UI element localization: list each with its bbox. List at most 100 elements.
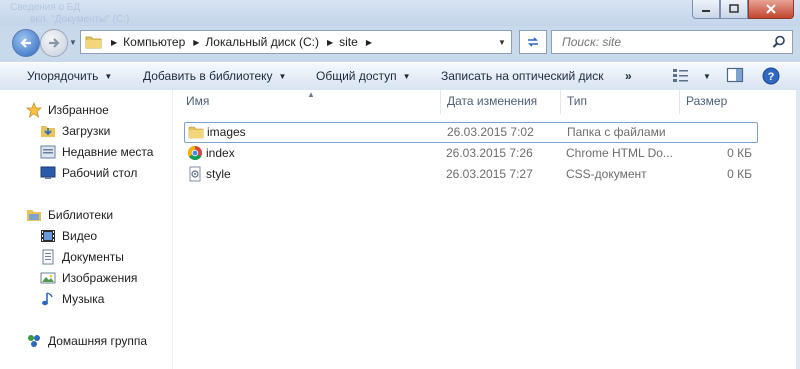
file-name: images	[207, 125, 246, 139]
search-icon[interactable]	[772, 35, 786, 49]
forward-button[interactable]	[40, 29, 68, 57]
column-divider[interactable]	[440, 90, 441, 114]
sidebar-item-pictures[interactable]: Изображения	[40, 269, 137, 287]
music-icon	[40, 291, 56, 307]
sidebar-item-desktop[interactable]: Рабочий стол	[40, 164, 137, 182]
svg-text:?: ?	[768, 71, 775, 83]
file-date: 26.03.2015 7:26	[446, 146, 533, 160]
refresh-icon	[528, 37, 538, 47]
sidebar-item-favorites[interactable]: Избранное	[26, 101, 109, 119]
chevron-right-icon[interactable]: ▶	[111, 38, 117, 47]
breadcrumb-computer[interactable]: Компьютер	[123, 35, 185, 49]
sidebar-item-homegroup[interactable]: Домашняя группа	[26, 332, 147, 350]
column-divider[interactable]	[679, 90, 680, 114]
ghost-title-2: вкл. "Документы" (C:)	[30, 14, 130, 25]
sidebar-item-label: Видео	[62, 229, 98, 243]
back-button[interactable]	[12, 29, 40, 57]
navigation-bar: ▼ ▶ Компьютер ▶ Локальный диск (C:) ▶ si…	[0, 26, 800, 60]
chevron-right-icon[interactable]: ▶	[193, 38, 199, 47]
caret-down-icon: ▼	[402, 72, 411, 81]
minimize-button[interactable]	[692, 0, 720, 19]
sidebar-item-recent-places[interactable]: Недавние места	[40, 143, 153, 161]
organize-label: Упорядочить	[27, 69, 99, 83]
arrow-left-icon	[20, 38, 31, 48]
chevron-right-icon[interactable]: ▶	[366, 38, 372, 47]
view-options-icon[interactable]	[672, 67, 690, 83]
star-icon	[26, 102, 42, 118]
more-commands-button[interactable]: »	[625, 69, 632, 83]
file-name: index	[206, 146, 235, 160]
refresh-button[interactable]	[519, 30, 547, 54]
sidebar-item-documents[interactable]: Документы	[40, 248, 124, 266]
column-divider[interactable]	[560, 90, 561, 114]
search-input[interactable]	[560, 34, 764, 50]
file-row-style[interactable]: style 26.03.2015 7:27 CSS-документ 0 КБ	[184, 165, 756, 184]
column-header-type[interactable]: Тип	[567, 94, 587, 108]
content-area: Избранное Загрузки Недавние места Рабочи…	[0, 90, 800, 369]
navigation-pane: Избранное Загрузки Недавние места Рабочи…	[0, 90, 172, 369]
file-name: style	[206, 167, 231, 181]
sidebar-item-label: Изображения	[62, 271, 138, 285]
help-icon[interactable]: ?	[762, 67, 780, 85]
column-header-size[interactable]: Размер	[686, 94, 727, 108]
window-controls	[692, 0, 794, 19]
column-header-name[interactable]: Имя	[186, 94, 209, 108]
add-to-library-button[interactable]: Добавить в библиотеку ▼	[143, 69, 286, 83]
downloads-folder-icon	[40, 123, 56, 139]
ghost-title-1: Сведения о БД	[10, 2, 81, 13]
search-box[interactable]	[551, 30, 793, 54]
burn-button[interactable]: Записать на оптический диск	[441, 69, 604, 83]
file-size: 0 КБ	[727, 146, 752, 160]
sort-ascending-icon: ▲	[307, 90, 315, 99]
homegroup-icon	[26, 333, 42, 349]
caret-down-icon: ▼	[104, 72, 113, 81]
share-button[interactable]: Общий доступ ▼	[316, 69, 411, 83]
desktop-icon	[40, 165, 56, 181]
sidebar-item-label: Музыка	[62, 292, 105, 306]
share-label: Общий доступ	[316, 69, 397, 83]
css-file-icon	[187, 166, 203, 182]
breadcrumb-site[interactable]: site	[339, 35, 358, 49]
address-bar[interactable]: ▶ Компьютер ▶ Локальный диск (C:) ▶ site…	[80, 30, 512, 54]
sidebar-item-label: Документы	[62, 250, 124, 264]
sidebar-item-video[interactable]: Видео	[40, 227, 97, 245]
file-row-images[interactable]: images 26.03.2015 7:02 Папка с файлами	[184, 122, 758, 143]
sidebar-item-libraries[interactable]: Библиотеки	[26, 206, 113, 224]
sidebar-item-downloads[interactable]: Загрузки	[40, 122, 110, 140]
view-dropdown[interactable]: ▼	[697, 69, 711, 83]
organize-button[interactable]: Упорядочить ▼	[27, 69, 112, 83]
close-icon	[766, 4, 776, 14]
recent-places-icon	[40, 144, 56, 160]
close-button[interactable]	[748, 0, 794, 19]
maximize-icon	[729, 4, 739, 13]
add-to-library-label: Добавить в библиотеку	[143, 69, 273, 83]
folder-icon	[188, 124, 204, 140]
file-type: CSS-документ	[566, 167, 647, 181]
chevron-right-icon[interactable]: ▶	[327, 38, 333, 47]
file-type: Папка с файлами	[567, 125, 666, 139]
minimize-icon	[702, 10, 710, 12]
breadcrumb-local-disk[interactable]: Локальный диск (C:)	[205, 35, 319, 49]
sidebar-item-label: Домашняя группа	[48, 334, 148, 348]
pictures-icon	[40, 270, 56, 286]
address-dropdown[interactable]: ▼	[493, 31, 511, 53]
file-date: 26.03.2015 7:27	[446, 167, 533, 181]
documents-icon	[40, 249, 56, 265]
file-date: 26.03.2015 7:02	[447, 125, 534, 139]
arrow-right-icon	[49, 38, 60, 48]
file-size: 0 КБ	[727, 167, 752, 181]
file-row-index[interactable]: index 26.03.2015 7:26 Chrome HTML Do... …	[184, 144, 756, 163]
preview-pane-icon[interactable]	[726, 67, 744, 83]
column-header-date[interactable]: Дата изменения	[447, 94, 537, 108]
file-list: ▲ Имя Дата изменения Тип Размер images 2…	[176, 90, 800, 369]
title-bar: Сведения о БД вкл. "Документы" (C:)	[0, 0, 800, 26]
maximize-button[interactable]	[720, 0, 748, 19]
history-dropdown[interactable]: ▼	[69, 38, 77, 47]
sidebar-item-music[interactable]: Музыка	[40, 290, 104, 308]
caret-down-icon: ▼	[703, 72, 711, 81]
sidebar-item-label: Рабочий стол	[62, 166, 138, 180]
chrome-icon	[187, 145, 203, 161]
command-bar: Упорядочить ▼ Добавить в библиотеку ▼ Общи…	[0, 62, 800, 91]
burn-label: Записать на оптический диск	[441, 69, 604, 83]
folder-icon	[85, 36, 102, 49]
